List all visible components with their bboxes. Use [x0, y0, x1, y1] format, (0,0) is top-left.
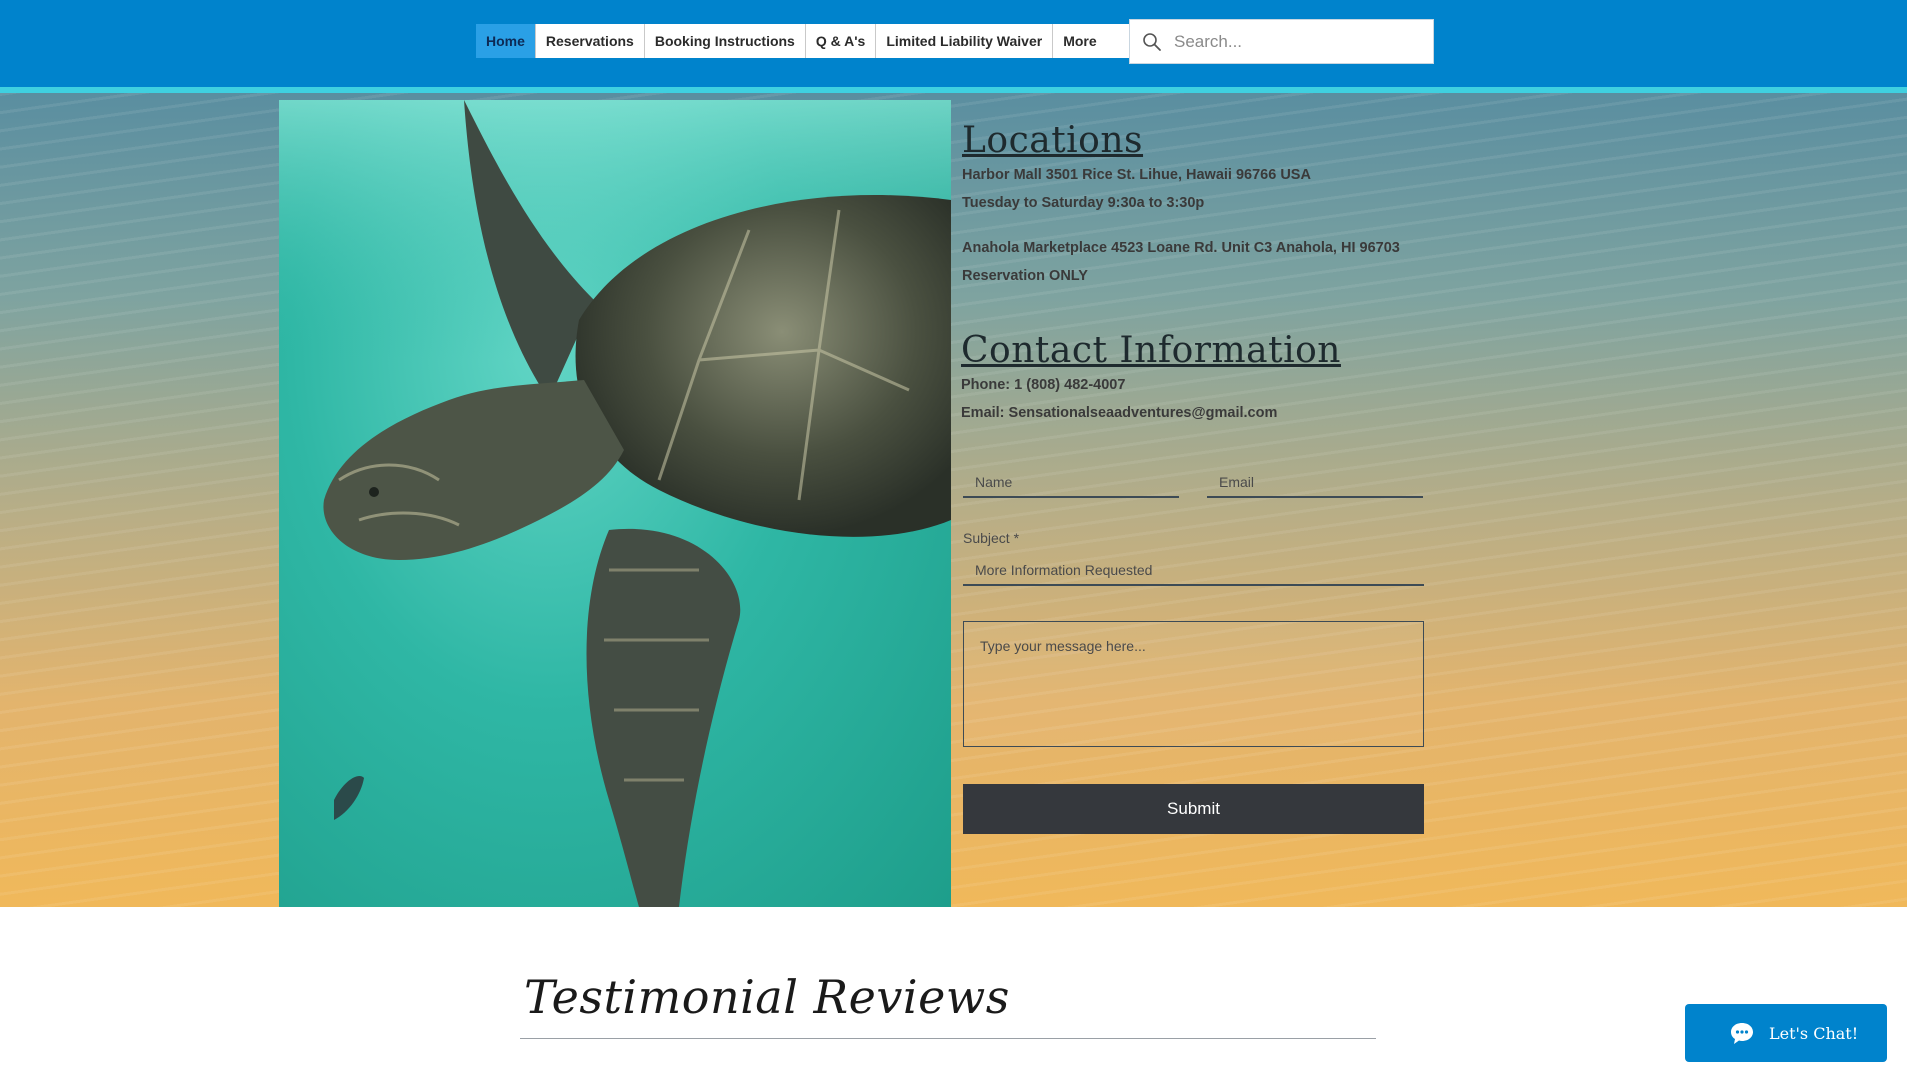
chat-button[interactable]: Let's Chat!: [1685, 1004, 1887, 1062]
subject-label: Subject *: [963, 530, 1020, 546]
email-input[interactable]: [1207, 468, 1423, 496]
contact-phone: Phone: 1 (808) 482-4007: [961, 377, 1126, 393]
location-address-1: Harbor Mall 3501 Rice St. Lihue, Hawaii …: [962, 167, 1311, 183]
info-panel: Locations Harbor Mall 3501 Rice St. Lihu…: [961, 120, 1442, 427]
location-address-2: Anahola Marketplace 4523 Loane Rd. Unit …: [962, 240, 1400, 256]
search-icon: [1143, 32, 1161, 51]
submit-button[interactable]: Submit: [963, 784, 1424, 834]
site-header: Home Reservations Booking Instructions Q…: [0, 0, 1907, 87]
sea-turtle-illustration: [279, 100, 951, 907]
chat-bubble-icon: [1731, 1023, 1753, 1044]
nav-item-more[interactable]: More: [1053, 24, 1133, 58]
subject-input[interactable]: [963, 556, 1424, 584]
main-nav: Home Reservations Booking Instructions Q…: [476, 24, 1134, 58]
message-textarea[interactable]: [964, 622, 1423, 746]
locations-heading: Locations: [962, 120, 1144, 161]
subject-field: [963, 556, 1424, 586]
nav-item-liability-waiver[interactable]: Limited Liability Waiver: [876, 24, 1054, 58]
location-hours-1: Tuesday to Saturday 9:30a to 3:30p: [962, 195, 1205, 211]
testimonials-title: Testimonial Reviews: [524, 970, 1010, 1024]
location-note-2: Reservation ONLY: [962, 268, 1088, 284]
email-field: [1207, 468, 1423, 498]
contact-email: Email: Sensationalseaadventures@gmail.co…: [961, 405, 1278, 421]
sea-turtle-photo: [279, 100, 951, 907]
nav-item-qa[interactable]: Q & A's: [806, 24, 877, 58]
name-field: [963, 468, 1179, 498]
testimonials-divider: [520, 1038, 1376, 1039]
nav-item-reservations[interactable]: Reservations: [536, 24, 645, 58]
nav-item-home[interactable]: Home: [476, 24, 536, 58]
nav-item-booking-instructions[interactable]: Booking Instructions: [645, 24, 806, 58]
message-field: [963, 621, 1424, 747]
chat-label: Let's Chat!: [1769, 1023, 1859, 1043]
search-input[interactable]: [1174, 31, 1424, 52]
name-input[interactable]: [963, 468, 1179, 496]
contact-heading: Contact Information: [961, 330, 1341, 371]
search-box[interactable]: [1129, 19, 1434, 64]
